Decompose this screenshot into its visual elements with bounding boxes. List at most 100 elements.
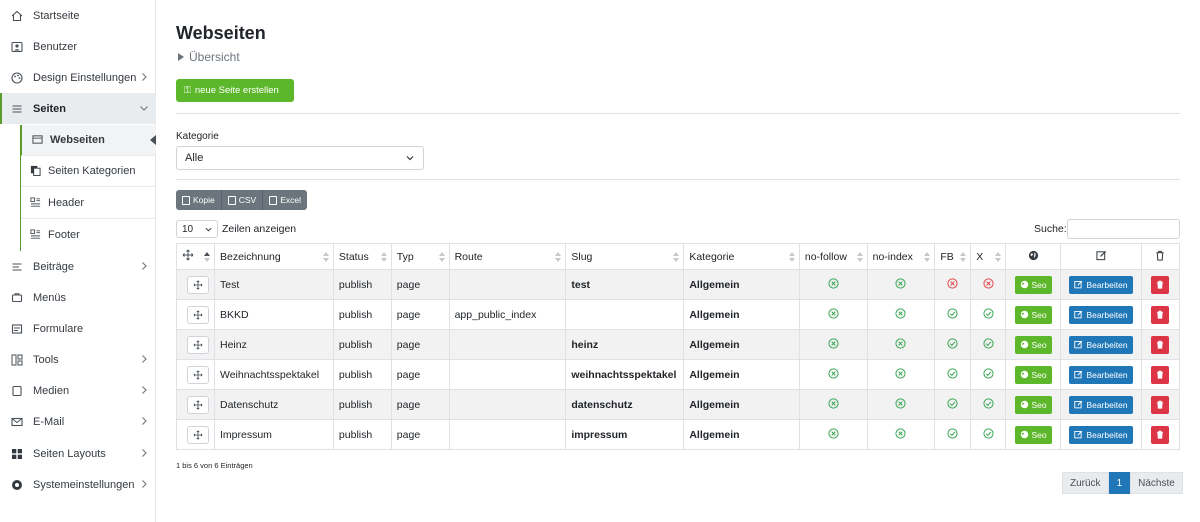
trash-icon	[1157, 280, 1164, 289]
col-slug[interactable]: Slug	[565, 243, 685, 270]
delete-button[interactable]	[1151, 335, 1170, 354]
cell-name: Datenschutz	[214, 389, 334, 420]
cell-seo: Seo	[1005, 389, 1062, 420]
col-noindex[interactable]: no-index	[866, 243, 936, 270]
sort-icon	[924, 252, 931, 262]
file-icon	[227, 195, 236, 205]
prev-page-button[interactable]: Zurück	[1062, 472, 1109, 494]
cell-edit: Bearbeiten	[1060, 329, 1142, 360]
edit-button[interactable]: Bearbeiten	[1069, 335, 1133, 354]
globe-icon	[1028, 250, 1038, 260]
drag-handle[interactable]	[187, 395, 209, 414]
drag-handle[interactable]	[187, 365, 209, 384]
col-status[interactable]: Status	[332, 243, 392, 270]
search-input[interactable]	[1067, 219, 1180, 239]
table-row: Heinz publish page heinz Allgemein Seo Bearbei…	[176, 329, 1181, 360]
drag-handle[interactable]	[187, 335, 209, 354]
user-icon	[10, 40, 24, 54]
drag-handle[interactable]	[187, 425, 209, 444]
sort-icon	[856, 252, 863, 262]
sidebar-item-design[interactable]: Design Einstellungen	[0, 62, 156, 93]
copy-button[interactable]: Kopie	[176, 190, 222, 210]
csv-button[interactable]: CSV	[221, 190, 264, 210]
sidebar: Startseite Benutzer Design Einstellungen…	[0, 0, 156, 522]
col-x[interactable]: X	[970, 243, 1007, 270]
sidebar-item-medien[interactable]: Medien	[0, 375, 156, 406]
sidebar-item-system[interactable]: Systemeinstellungen	[0, 469, 156, 500]
col-fb[interactable]: FB	[934, 243, 972, 270]
seo-button[interactable]: Seo	[1014, 305, 1052, 324]
rows-per-page-select[interactable]: 10	[176, 220, 218, 238]
globe-icon	[1020, 340, 1028, 349]
cell-category: Allgemein	[683, 419, 800, 450]
chevron-right-icon	[142, 73, 147, 81]
sidebar-item-formulare[interactable]: Formulare	[0, 313, 156, 344]
next-page-button[interactable]: Nächste	[1130, 472, 1183, 494]
drag-handle[interactable]	[187, 305, 209, 324]
key-icon: ⚿	[184, 85, 191, 95]
cell-slug: weihnachtsspektakel	[565, 359, 685, 390]
sidebar-item-tools[interactable]: Tools	[0, 344, 156, 375]
category-filter-select[interactable]: Alle	[176, 146, 424, 170]
col-drag[interactable]	[176, 243, 215, 270]
sidebar-item-layouts[interactable]: Seiten Layouts	[0, 438, 156, 469]
delete-button[interactable]	[1151, 365, 1170, 384]
excel-button[interactable]: Excel	[263, 190, 308, 210]
seo-button[interactable]: Seo	[1014, 335, 1052, 354]
col-nofollow[interactable]: no-follow	[798, 243, 868, 270]
x-circle-icon	[895, 367, 907, 379]
x-circle-icon	[895, 277, 907, 289]
edit-button[interactable]: Bearbeiten	[1069, 275, 1133, 294]
delete-button[interactable]	[1151, 395, 1170, 414]
sidebar-item-benutzer[interactable]: Benutzer	[0, 31, 156, 62]
sidebar-item-startseite[interactable]: Startseite	[0, 0, 156, 31]
sidebar-subitem-kategorien[interactable]: Seiten Kategorien	[20, 156, 156, 187]
cell-x	[970, 269, 1007, 300]
breadcrumb: Übersicht	[178, 50, 240, 64]
cell-x	[970, 329, 1007, 360]
col-route[interactable]: Route	[448, 243, 567, 270]
cell-fb	[934, 419, 972, 450]
cell-category: Allgemein	[683, 389, 800, 420]
sidebar-item-beitraege[interactable]: Beiträge	[0, 251, 156, 282]
sidebar-item-email[interactable]: E-Mail	[0, 406, 156, 437]
delete-button[interactable]	[1151, 425, 1170, 444]
seo-button[interactable]: Seo	[1014, 425, 1052, 444]
sidebar-subitem-header[interactable]: Header	[20, 188, 156, 219]
sidebar-item-label: Beiträge	[33, 260, 74, 273]
text-icon	[10, 260, 24, 274]
edit-label: Bearbeiten	[1086, 309, 1128, 320]
delete-button[interactable]	[1151, 305, 1170, 324]
cell-route: app_public_index	[448, 299, 567, 330]
seo-button[interactable]: Seo	[1014, 395, 1052, 414]
drag-handle[interactable]	[187, 275, 209, 294]
delete-button[interactable]	[1151, 275, 1170, 294]
seo-button[interactable]: Seo	[1014, 365, 1052, 384]
col-typ[interactable]: Typ	[390, 243, 450, 270]
seo-label: Seo	[1031, 369, 1047, 380]
col-bezeichnung[interactable]: Bezeichnung	[214, 243, 334, 270]
edit-button[interactable]: Bearbeiten	[1069, 395, 1133, 414]
sort-icon	[204, 252, 210, 262]
cell-nofollow	[798, 389, 868, 420]
x-circle-icon	[828, 307, 839, 319]
settings-icon	[10, 478, 24, 492]
drag-cell	[176, 419, 215, 450]
seo-button[interactable]: Seo	[1014, 275, 1052, 294]
cell-status: publish	[332, 299, 392, 330]
edit-button[interactable]: Bearbeiten	[1069, 305, 1133, 324]
col-kategorie[interactable]: Kategorie	[683, 243, 800, 270]
new-page-button[interactable]: ⚿ neue Seite erstellen	[176, 79, 294, 102]
excel-label: Excel	[280, 195, 302, 205]
x-circle-icon	[895, 427, 907, 439]
cell-noindex	[866, 269, 936, 300]
sidebar-item-seiten[interactable]: Seiten	[0, 93, 156, 124]
sidebar-subitem-footer[interactable]: Footer	[20, 219, 156, 250]
sidebar-subitem-webseiten[interactable]: Webseiten	[20, 125, 156, 156]
seo-label: Seo	[1031, 339, 1047, 350]
edit-button[interactable]: Bearbeiten	[1069, 365, 1133, 384]
sidebar-item-menues[interactable]: Menüs	[0, 282, 156, 313]
edit-button[interactable]: Bearbeiten	[1069, 425, 1133, 444]
cell-type: page	[390, 389, 450, 420]
page-1-button[interactable]: 1	[1108, 472, 1131, 494]
